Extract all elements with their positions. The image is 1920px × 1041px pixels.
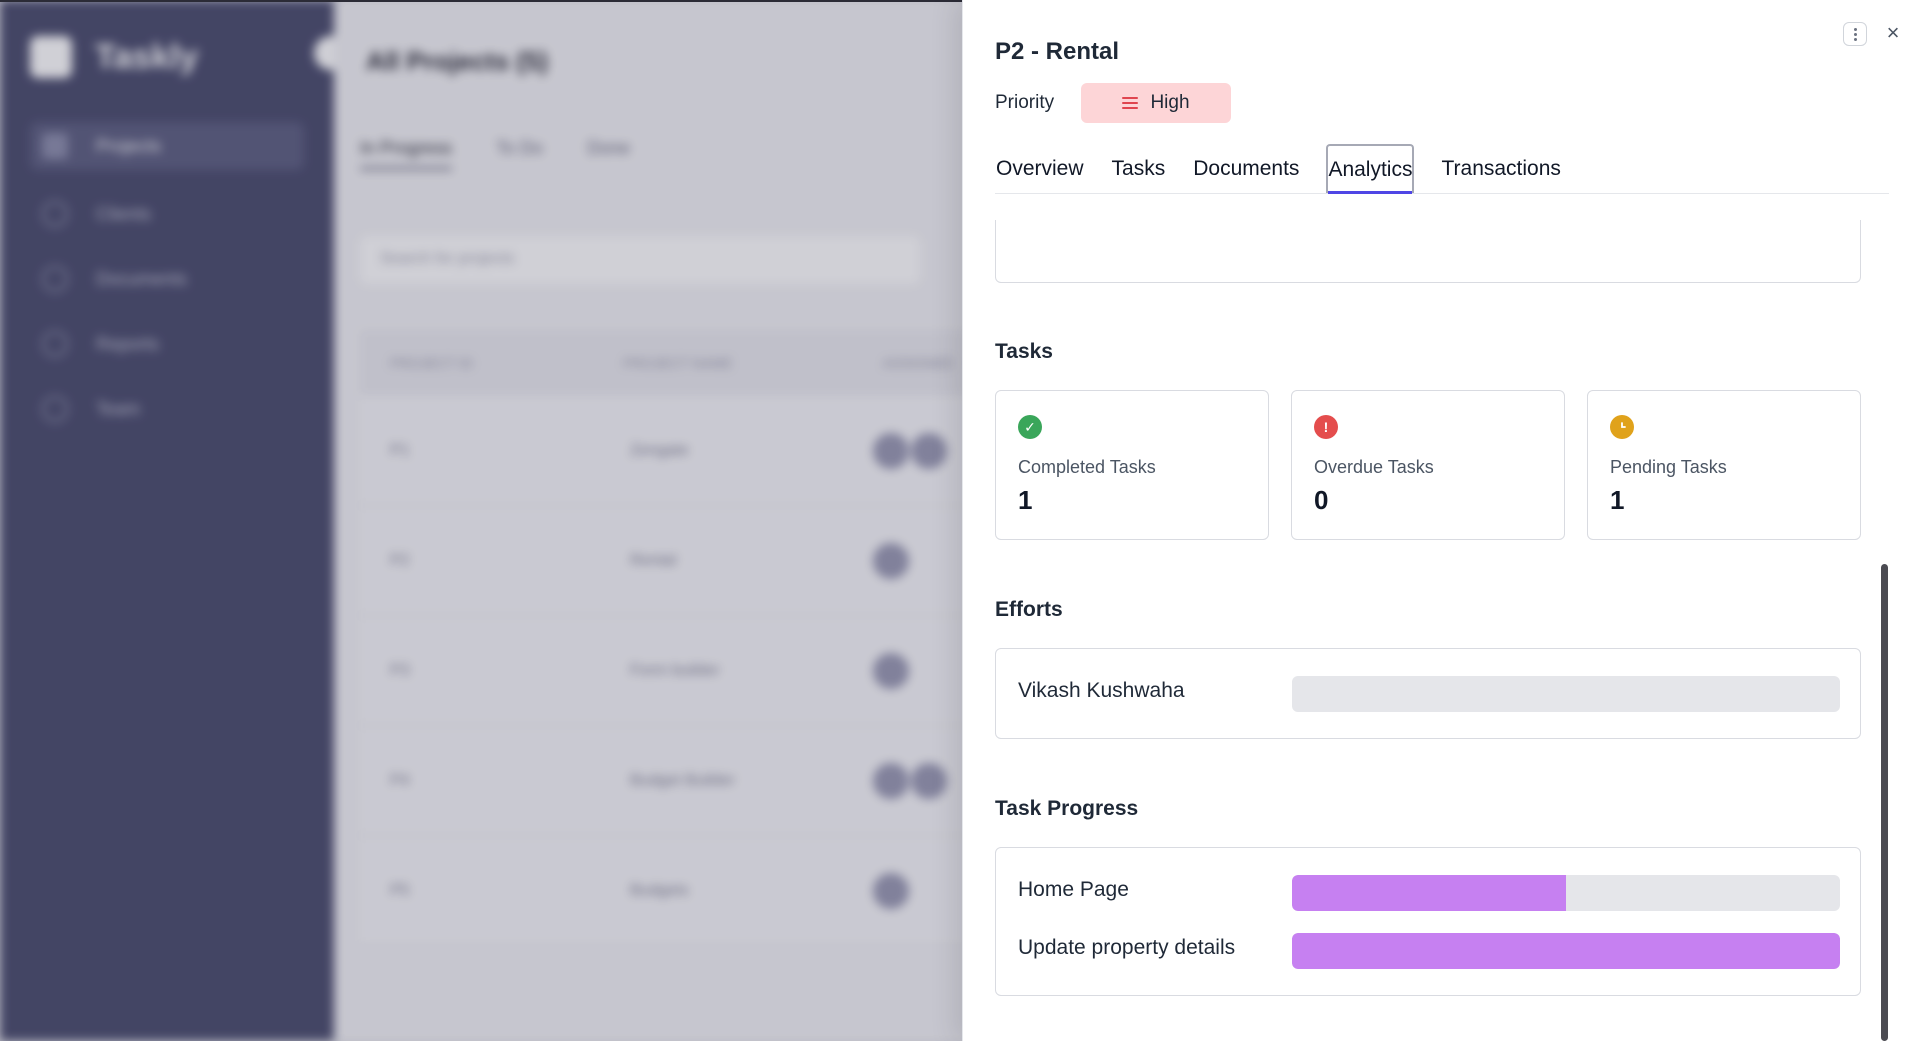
completed-tasks-value: 1 (1018, 485, 1033, 515)
task-progress-fill (1292, 875, 1566, 911)
check-circle-icon: ✓ (1018, 415, 1042, 439)
drawer-tabs: Overview Tasks Documents Analytics Trans… (995, 144, 1889, 194)
overdue-tasks-label: Overdue Tasks (1314, 457, 1434, 477)
completed-tasks-card: ✓ Completed Tasks 1 (995, 390, 1269, 540)
analytics-content[interactable]: Tasks ✓ Completed Tasks 1 ! Overdue Task… (963, 220, 1920, 1041)
pending-tasks-label: Pending Tasks (1610, 457, 1727, 477)
tab-tasks[interactable]: Tasks (1111, 144, 1167, 193)
task-progress-bar (1292, 875, 1840, 911)
efforts-section-title: Efforts (995, 598, 1063, 621)
overdue-tasks-card: ! Overdue Tasks 0 (1291, 390, 1565, 540)
tasks-section-title: Tasks (995, 340, 1053, 363)
drawer-title: P2 - Rental (995, 38, 1120, 65)
pending-tasks-value: 1 (1610, 485, 1625, 515)
tab-transactions[interactable]: Transactions (1440, 144, 1561, 193)
task-progress-section-title: Task Progress (995, 797, 1139, 820)
close-icon[interactable]: × (1881, 22, 1905, 46)
tab-documents[interactable]: Documents (1192, 144, 1300, 193)
priority-badge[interactable]: High (1081, 83, 1231, 123)
efforts-card: Vikash Kushwaha (995, 648, 1861, 739)
project-drawer: P2 - Rental × Priority High Overview Tas… (962, 0, 1920, 1041)
pending-tasks-card: Pending Tasks 1 (1587, 390, 1861, 540)
priority-value: High (1150, 92, 1190, 113)
scrollbar-thumb[interactable] (1881, 564, 1888, 1041)
effort-member-name: Vikash Kushwaha (1018, 679, 1185, 702)
task-progress-item-name: Home Page (1018, 878, 1129, 901)
previous-section-card (995, 220, 1861, 283)
task-progress-fill (1292, 933, 1840, 969)
tab-overview[interactable]: Overview (995, 144, 1085, 193)
tab-analytics[interactable]: Analytics (1326, 144, 1415, 194)
more-options-button[interactable] (1843, 22, 1867, 46)
alert-circle-icon: ! (1314, 415, 1338, 439)
task-progress-card: Home Page Update property details (995, 847, 1861, 996)
overdue-tasks-value: 0 (1314, 485, 1329, 515)
effort-progress-bar (1292, 676, 1840, 712)
clock-icon (1610, 415, 1634, 439)
priority-high-icon (1122, 97, 1139, 109)
completed-tasks-label: Completed Tasks (1018, 457, 1156, 477)
task-progress-item-name: Update property details (1018, 936, 1236, 959)
priority-label: Priority (995, 92, 1055, 113)
task-progress-bar (1292, 933, 1840, 969)
